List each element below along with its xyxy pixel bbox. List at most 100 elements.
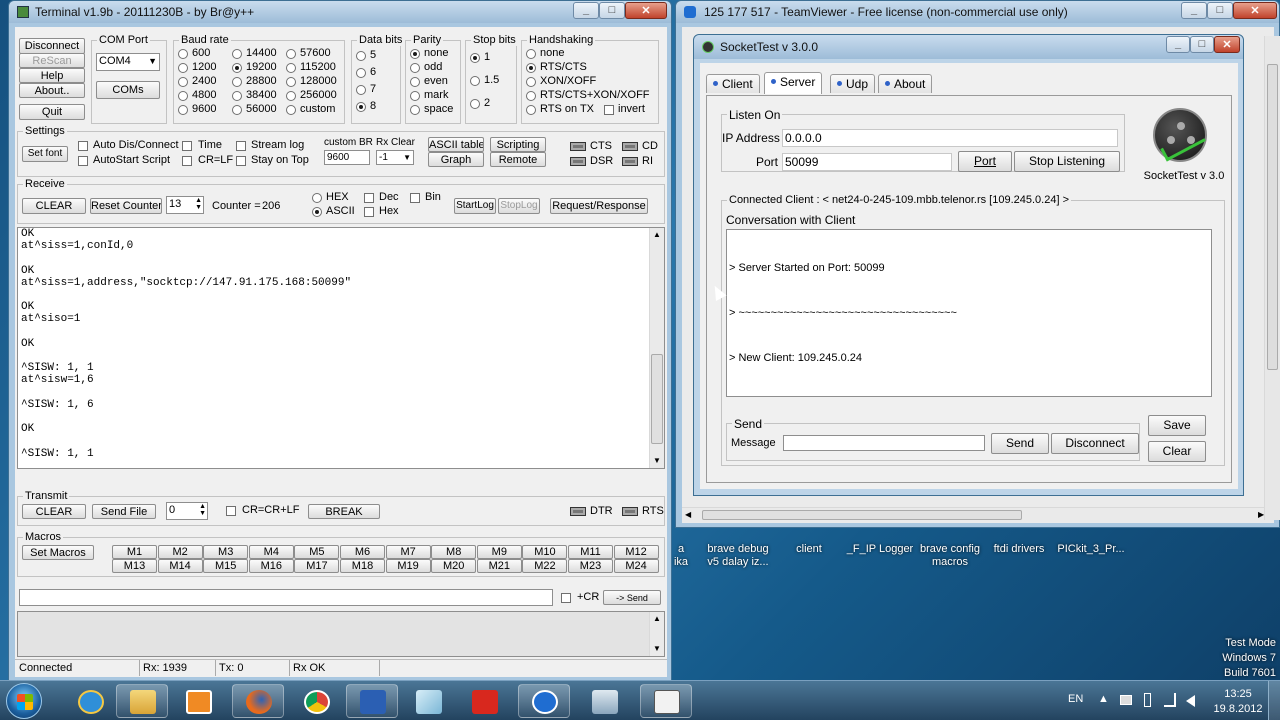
disconnect-button[interactable]: Disconnect (19, 38, 85, 54)
stop_bits-radio-1[interactable] (470, 76, 480, 86)
reset-counter-button[interactable]: Reset Counter (90, 198, 162, 214)
signal-icon[interactable] (1164, 693, 1176, 707)
close-button[interactable]: ✕ (625, 2, 667, 19)
clock-time[interactable]: 13:25 (1218, 688, 1258, 700)
minimize-button[interactable]: _ (573, 2, 599, 19)
transmit-scrollbar[interactable]: ▲ ▼ (649, 612, 664, 656)
macro-button-23[interactable]: M23 (568, 559, 613, 573)
socket-send-button[interactable]: Send (991, 433, 1049, 454)
custom-br-input[interactable]: 9600 (324, 150, 370, 165)
save-button[interactable]: Save (1148, 415, 1206, 436)
taskbar-chrome[interactable] (290, 684, 342, 718)
macro-button-14[interactable]: M14 (157, 559, 203, 573)
baud-radio-5[interactable] (286, 63, 296, 73)
about-button[interactable]: About.. (19, 83, 85, 98)
macro-button-8[interactable]: M8 (431, 545, 477, 559)
handshaking-radio-2[interactable] (526, 77, 536, 87)
remote-button[interactable]: Remote (490, 152, 546, 167)
auto-disconnect-checkbox[interactable] (78, 141, 88, 151)
help-button[interactable]: Help (19, 68, 85, 83)
baud-radio-14[interactable] (286, 105, 296, 115)
hex-checkbox[interactable] (364, 207, 374, 217)
macro-button-10[interactable]: M10 (522, 545, 568, 559)
taskbar-teamviewer[interactable] (518, 684, 570, 718)
macro-button-6[interactable]: M6 (340, 545, 385, 559)
data_bits-radio-2[interactable] (356, 85, 366, 95)
baud-radio-13[interactable] (232, 105, 242, 115)
ascii-table-button[interactable]: ASCII table (428, 137, 484, 152)
st-maximize-button[interactable]: □ (1190, 36, 1214, 53)
tab-udp[interactable]: Udp (830, 74, 876, 93)
macro-button-1[interactable]: M1 (112, 545, 157, 559)
handshaking-radio-1[interactable] (526, 63, 536, 73)
tv-close-button[interactable]: ✕ (1233, 2, 1277, 19)
transmit-terminal[interactable] (17, 611, 665, 657)
taskbar-app[interactable] (402, 684, 454, 718)
baud-radio-9[interactable] (178, 91, 188, 101)
baud-radio-6[interactable] (178, 77, 188, 87)
language-indicator[interactable]: EN (1068, 693, 1083, 705)
macro-button-11[interactable]: M11 (568, 545, 613, 559)
tv-minimize-button[interactable]: _ (1181, 2, 1207, 19)
desktop-icon-brave-debug[interactable]: brave debug v5 dalay iz... (700, 543, 776, 569)
taskbar-explorer[interactable] (116, 684, 168, 718)
desktop-icon-brave-config[interactable]: brave config macros (914, 543, 986, 569)
volume-icon[interactable] (1186, 695, 1195, 707)
baud-radio-7[interactable] (232, 77, 242, 87)
stop_bits-radio-2[interactable] (470, 99, 480, 109)
baud-radio-11[interactable] (286, 91, 296, 101)
message-input[interactable] (783, 435, 985, 451)
data_bits-radio-1[interactable] (356, 68, 366, 78)
macro-button-15[interactable]: M15 (203, 559, 249, 573)
baud-radio-12[interactable] (178, 105, 188, 115)
baud-radio-0[interactable] (178, 49, 188, 59)
parity-radio-4[interactable] (410, 105, 420, 115)
network-icon[interactable] (1120, 695, 1132, 705)
hex-radio[interactable] (312, 193, 322, 203)
desktop-icon-pickit[interactable]: PICkit_3_Pr... (1052, 543, 1130, 556)
teamviewer-titlebar[interactable]: 125 177 517 - TeamViewer - Free license … (676, 1, 1279, 23)
send-input[interactable] (19, 589, 553, 606)
graph-button[interactable]: Graph (428, 152, 484, 167)
start-button[interactable] (6, 683, 42, 719)
tv-horizontal-scrollbar[interactable]: ◀ ▶ (682, 507, 1274, 522)
baud-radio-8[interactable] (286, 77, 296, 87)
macro-button-21[interactable]: M21 (476, 559, 522, 573)
macro-button-12[interactable]: M12 (613, 545, 659, 559)
macro-button-2[interactable]: M2 (157, 545, 203, 559)
handshaking-radio-4[interactable] (526, 105, 536, 115)
autostart-script-checkbox[interactable] (78, 156, 88, 166)
scripting-button[interactable]: Scripting (490, 137, 546, 152)
break-button[interactable]: BREAK (308, 504, 380, 519)
receive-clear-button[interactable]: CLEAR (22, 198, 86, 214)
taskbar-word[interactable] (346, 684, 398, 718)
scroll-thumb[interactable] (651, 354, 663, 444)
parity-radio-0[interactable] (410, 49, 420, 59)
macro-button-4[interactable]: M4 (248, 545, 294, 559)
receive-terminal[interactable]: OK at^siss=1,conId,0 OK at^siss=1,addres… (17, 227, 665, 469)
counter-spinner[interactable]: 13 ▲ ▼ (166, 196, 204, 214)
dec-checkbox[interactable] (364, 193, 374, 203)
port-button[interactable]: Port (958, 151, 1012, 172)
com-port-select[interactable]: COM4 ▼ (96, 53, 160, 71)
rescan-button[interactable]: ReScan (19, 53, 85, 68)
time-checkbox[interactable] (182, 141, 192, 151)
quit-button[interactable]: Quit (19, 104, 85, 120)
desktop-icon-ip-logger[interactable]: _F_IP Logger (842, 543, 918, 556)
transmit-spinner[interactable]: 0 ▲ ▼ (166, 502, 208, 520)
macro-button-17[interactable]: M17 (294, 559, 340, 573)
tab-about[interactable]: About (878, 74, 933, 93)
clear-button[interactable]: Clear (1148, 441, 1206, 462)
macro-button-19[interactable]: M19 (385, 559, 431, 573)
tv-maximize-button[interactable]: □ (1207, 2, 1233, 19)
taskbar-firefox[interactable] (232, 684, 284, 718)
cr-crlf-checkbox[interactable] (226, 506, 236, 516)
stream-log-checkbox[interactable] (236, 141, 246, 151)
baud-radio-3[interactable] (178, 63, 188, 73)
terminal-titlebar[interactable]: Terminal v1.9b - 20111230B - by Br@y++ _… (9, 1, 671, 23)
send-file-button[interactable]: Send File (92, 504, 156, 519)
startlog-button[interactable]: StartLog (454, 198, 496, 214)
socket-disconnect-button[interactable]: Disconnect (1051, 433, 1139, 454)
ascii-radio[interactable] (312, 207, 322, 217)
macro-button-9[interactable]: M9 (476, 545, 522, 559)
